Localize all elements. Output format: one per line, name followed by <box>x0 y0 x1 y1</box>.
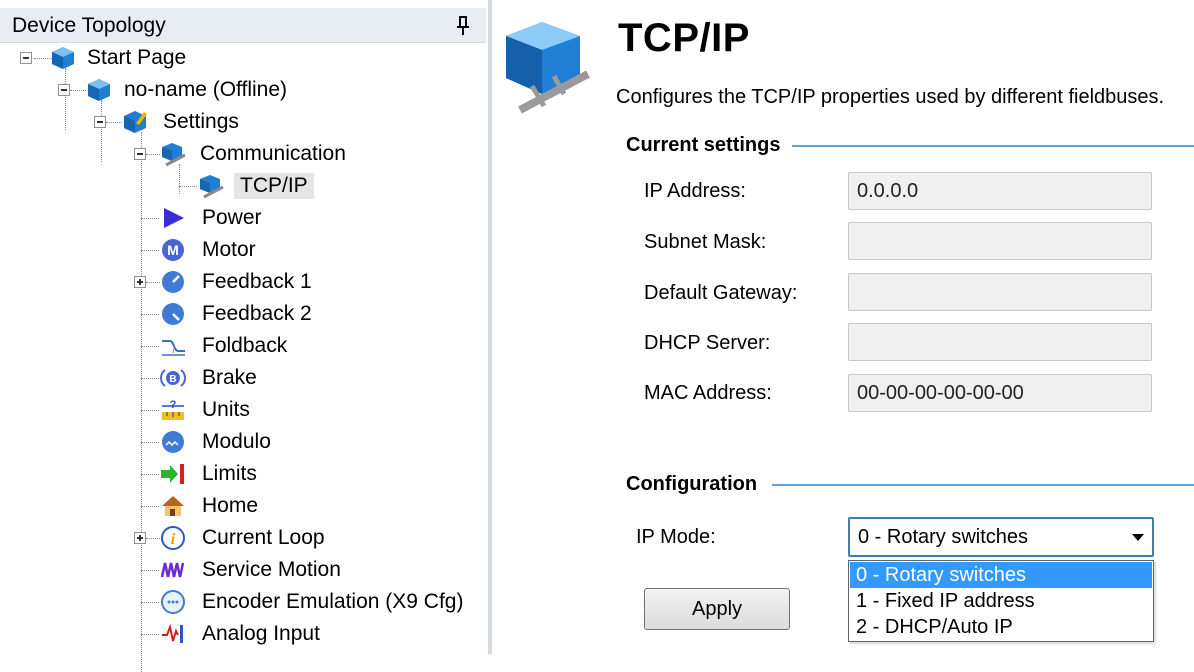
collapse-device-toggle[interactable] <box>58 84 70 96</box>
tree-item-label: Power <box>202 206 262 229</box>
tree-item-label: Modulo <box>202 430 271 453</box>
group-divider <box>792 145 1194 147</box>
feedback-gauge-icon <box>162 303 184 325</box>
brake-b-icon: B <box>160 369 186 387</box>
tree-item-label: Settings <box>163 110 239 133</box>
ip-mode-select[interactable]: 0 - Rotary switches <box>848 517 1154 557</box>
default-gateway-field <box>848 273 1152 311</box>
panel-title: Device Topology <box>12 14 166 37</box>
chevron-down-icon[interactable] <box>1132 534 1144 541</box>
encoder-emulation-icon <box>161 590 185 614</box>
tree-item-label: Encoder Emulation (X9 Cfg) <box>202 590 464 613</box>
ip-mode-dropdown-list: 0 - Rotary switches 1 - Fixed IP address… <box>848 560 1154 642</box>
tree-item-label: Start Page <box>87 46 187 69</box>
svg-text:i: i <box>171 531 176 548</box>
ip-mode-option-dhcp[interactable]: 2 - DHCP/Auto IP <box>850 614 1152 640</box>
svg-text:?: ? <box>170 399 177 411</box>
analog-input-icon <box>162 623 183 643</box>
dhcp-server-label: DHCP Server: <box>644 332 771 354</box>
ip-mode-option-rotary[interactable]: 0 - Rotary switches <box>850 562 1152 588</box>
default-gateway-label: Default Gateway: <box>644 282 798 304</box>
settings-cube-icon <box>124 111 147 133</box>
apply-button[interactable]: Apply <box>644 588 790 630</box>
device-topology-panel: Device Topology Start Page no-name (Offl… <box>0 0 488 672</box>
tree-item-label: Current Loop <box>202 526 325 549</box>
group-divider <box>772 484 1194 486</box>
tree-item-label: Limits <box>202 462 257 485</box>
communication-cube-icon <box>162 143 186 167</box>
tree-item-label: Units <box>202 398 250 421</box>
subnet-mask-field <box>848 222 1152 260</box>
tree-item-label: TCP/IP <box>234 173 314 199</box>
mac-address-field: 00-00-00-00-00-00 <box>848 374 1152 412</box>
ip-mode-label: IP Mode: <box>636 526 716 548</box>
device-cube-icon <box>88 79 110 101</box>
tcpip-cube-icon <box>506 22 590 114</box>
modulo-gauge-icon <box>162 431 184 453</box>
tree-item-label: Home <box>202 494 259 517</box>
expand-feedback1-toggle[interactable] <box>134 276 146 288</box>
ip-mode-option-fixed-ip[interactable]: 1 - Fixed IP address <box>850 588 1152 614</box>
tree-item-label: Communication <box>200 142 346 165</box>
tree-item-label: Foldback <box>202 334 288 357</box>
expand-current-loop-toggle[interactable] <box>134 532 146 544</box>
tree-item-label: Feedback 1 <box>202 270 312 293</box>
start-page-cube-icon <box>52 47 74 69</box>
current-loop-info-icon: i <box>161 526 185 550</box>
mac-address-label: MAC Address: <box>644 382 772 404</box>
topology-tree: Start Page no-name (Offline) Settings Co… <box>0 40 486 672</box>
tree-item-label: Analog Input <box>202 622 320 645</box>
tree-item-label: Feedback 2 <box>202 302 312 325</box>
units-ruler-icon: ? <box>162 399 184 420</box>
page-description: Configures the TCP/IP properties used by… <box>616 86 1165 108</box>
ip-address-label: IP Address: <box>644 180 746 202</box>
ip-address-field: 0.0.0.0 <box>848 172 1152 210</box>
current-settings-title: Current settings <box>626 134 787 157</box>
tcpip-settings-page: TCP/IP Configures the TCP/IP properties … <box>492 0 1194 654</box>
foldback-curve-icon: I <box>162 340 185 356</box>
power-triangle-icon <box>164 208 184 228</box>
motor-m-icon: M <box>162 239 184 261</box>
subnet-mask-label: Subnet Mask: <box>644 231 767 253</box>
tree-item-label: Brake <box>202 366 257 389</box>
home-house-icon <box>162 496 184 516</box>
pin-icon[interactable] <box>455 15 471 37</box>
tcpip-cube-icon <box>200 175 224 199</box>
svg-text:B: B <box>169 374 176 385</box>
svg-text:M: M <box>167 242 179 258</box>
page-title: TCP/IP <box>618 16 750 60</box>
collapse-settings-toggle[interactable] <box>94 116 106 128</box>
service-motion-wave-icon <box>160 562 185 578</box>
limits-arrow-icon <box>161 464 184 484</box>
ip-mode-selected-value: 0 - Rotary switches <box>858 526 1029 548</box>
collapse-communication-toggle[interactable] <box>134 148 146 160</box>
panel-header: Device Topology <box>0 8 486 43</box>
tree-item-label: Service Motion <box>202 558 341 581</box>
dhcp-server-field <box>848 323 1152 361</box>
configuration-title: Configuration <box>626 473 764 496</box>
tree-item-label: Motor <box>202 238 256 261</box>
feedback-gauge-icon <box>162 271 184 293</box>
tree-item-label: no-name (Offline) <box>124 78 288 101</box>
collapse-start-page-toggle[interactable] <box>20 52 32 64</box>
